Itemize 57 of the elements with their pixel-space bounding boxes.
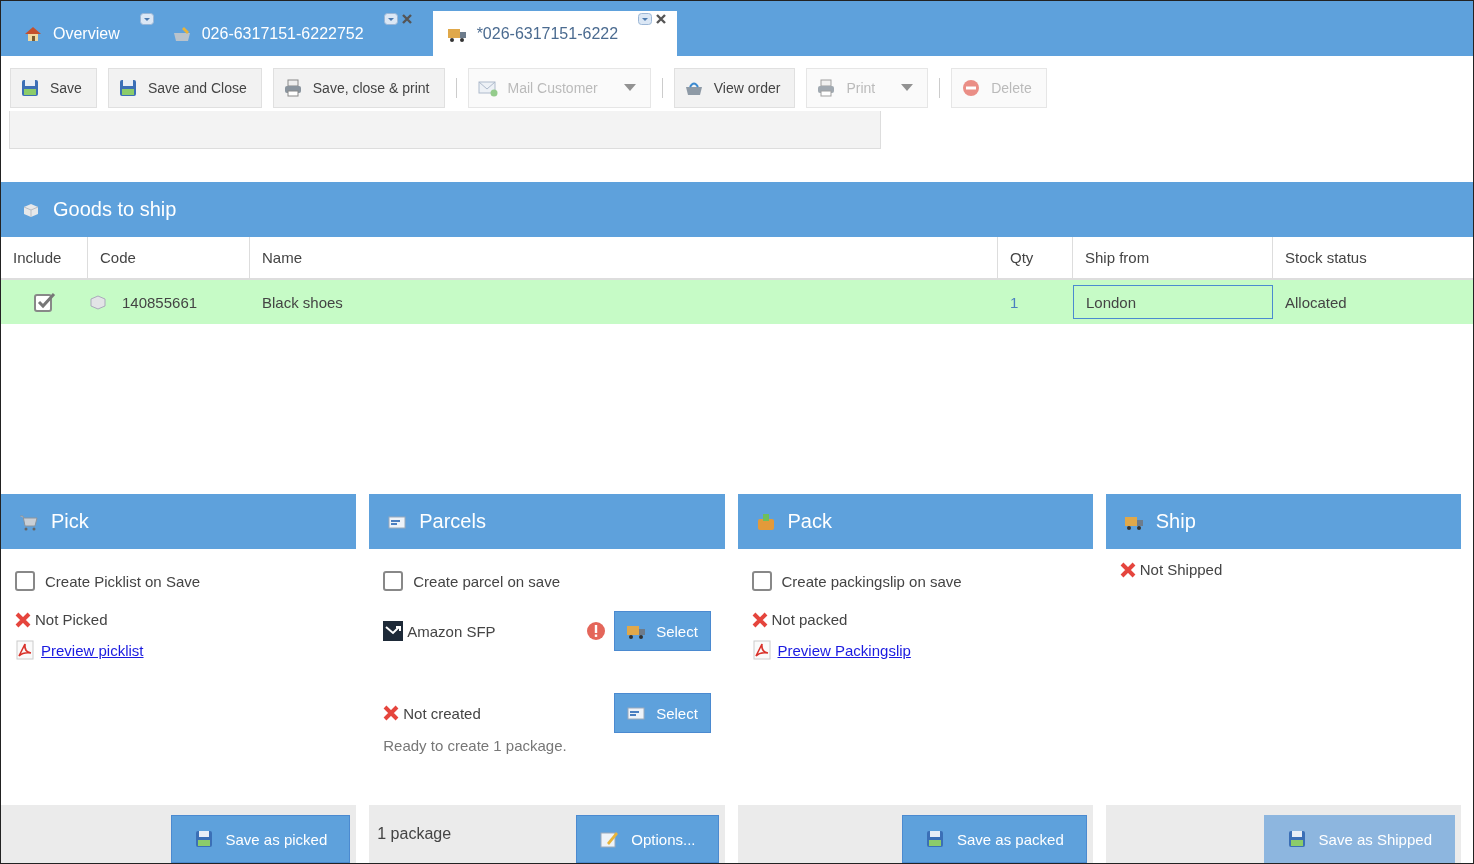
cross-icon <box>751 611 768 628</box>
table-cell: 1 <box>1010 293 1019 311</box>
pencil-icon <box>599 829 620 849</box>
panel-title: Pack <box>787 510 832 533</box>
cross-icon <box>1119 561 1136 578</box>
column-header[interactable]: Name <box>250 237 998 278</box>
status-text: Not created <box>403 704 481 722</box>
box-icon <box>755 511 776 532</box>
cube-icon <box>88 292 108 312</box>
section-title: Goods to ship <box>53 198 177 221</box>
pdf-icon <box>751 640 772 660</box>
column-header[interactable]: Include <box>1 237 88 278</box>
carrier-logo-icon <box>383 621 404 641</box>
table-row[interactable]: 140855661 Black shoes 1 London Allocated <box>1 280 1473 324</box>
toolbar-button[interactable]: Save and Close <box>107 67 262 108</box>
toolbar-button[interactable]: Save, close & print <box>272 67 445 108</box>
panel-title: Parcels <box>419 510 486 533</box>
status-text: Not packed <box>771 611 848 628</box>
column-header[interactable]: Ship from <box>1073 237 1273 278</box>
toolbar-button[interactable]: Save <box>10 67 97 108</box>
info-text: Ready to create 1 package. <box>383 737 568 754</box>
preview-link[interactable]: Preview picklist <box>41 641 144 659</box>
preview-link[interactable]: Preview Packingslip <box>777 641 911 659</box>
minus-circle-icon <box>961 77 982 98</box>
checkbox-label: Create packingslip on save <box>781 572 962 590</box>
caret-icon <box>901 84 914 91</box>
printer-icon <box>816 77 837 98</box>
table-cell: 140855661 <box>122 293 198 311</box>
table-cell: Black shoes <box>262 293 343 311</box>
checkbox-label: Create Picklist on Save <box>45 572 201 590</box>
toolbar-button[interactable]: View order <box>673 67 796 108</box>
carrier-name: Amazon SFP <box>407 622 496 640</box>
ship-from-field[interactable]: London <box>1073 285 1273 319</box>
checkbox[interactable] <box>33 292 56 312</box>
close-icon[interactable] <box>655 13 668 25</box>
dropdown-icon[interactable] <box>383 13 398 25</box>
dropdown-icon[interactable] <box>139 13 154 25</box>
status-text: Not Picked <box>35 611 108 628</box>
panel-title: Ship <box>1155 510 1196 533</box>
table-cell: Allocated <box>1285 293 1347 311</box>
checkbox[interactable] <box>751 571 772 591</box>
column-header[interactable]: Qty <box>998 237 1073 278</box>
status-text: Not Shipped <box>1139 561 1223 578</box>
column-header[interactable]: Code <box>88 237 250 278</box>
checkbox-label: Create parcel on save <box>413 572 560 590</box>
caret-icon <box>623 84 636 91</box>
cross-icon <box>15 611 31 628</box>
tab[interactable]: *026-6317151-6222 <box>432 11 678 56</box>
printer-icon <box>282 77 303 98</box>
dropdown-icon[interactable] <box>638 13 653 25</box>
checkbox[interactable] <box>383 571 404 591</box>
column-header[interactable]: Stock status <box>1273 237 1473 278</box>
pdf-icon <box>15 640 35 660</box>
panel-title: Pick <box>51 510 89 533</box>
cross-icon <box>383 705 400 721</box>
checkbox[interactable] <box>15 571 35 591</box>
package-count: 1 package <box>377 825 452 843</box>
